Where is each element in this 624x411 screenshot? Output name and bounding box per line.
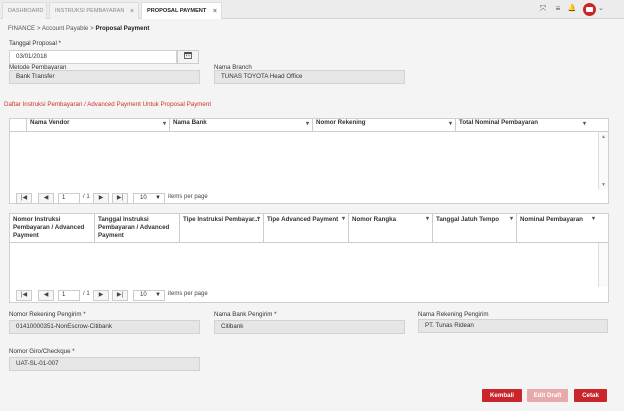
- user-avatar[interactable]: [583, 3, 596, 16]
- page-input[interactable]: 1: [58, 290, 80, 301]
- column-nomor-rangka[interactable]: Nomor Rangka ▾: [348, 214, 432, 242]
- chevron-down-icon[interactable]: ▾: [510, 215, 513, 222]
- nama-rekening-pengirim-label: Nama Rekening Pengirim: [418, 311, 489, 318]
- tanggal-proposal-field[interactable]: 03/01/2018: [9, 50, 177, 64]
- menu-icon[interactable]: ≡: [553, 4, 563, 14]
- chevron-down-icon[interactable]: ▾: [583, 120, 586, 127]
- column-nama-vendor[interactable]: Nama Vendor ▾: [26, 119, 169, 131]
- column-label: Nomor Rekening: [316, 119, 366, 126]
- page-input[interactable]: 1: [58, 193, 80, 204]
- column-label: Tipe Advanced Payment: [267, 216, 339, 223]
- column-tipe-instruksi[interactable]: Tipe Instruksi Pembayar... ▾: [179, 214, 263, 242]
- breadcrumb-account-payable[interactable]: Account Payable: [42, 25, 88, 32]
- breadcrumb: FINANCE > Account Payable > Proposal Pay…: [8, 25, 149, 32]
- nomor-rekening-pengirim-label: Nomor Rekening Pengirim *: [9, 311, 86, 318]
- tab-dashboard-label: DASHBOARD: [8, 8, 44, 14]
- items-per-page-label: items per page: [168, 291, 208, 297]
- tab-instruksi-pembayaran[interactable]: INSTRUKSI PEMBAYARAN ×: [49, 2, 139, 19]
- last-page-button[interactable]: ▶|: [112, 290, 128, 301]
- scroll-down-icon[interactable]: ▼: [601, 182, 606, 188]
- grid-header: Nama Vendor ▾ Nama Bank ▾ Nomor Rekening ▾ …: [10, 119, 608, 132]
- vendor-grid: Nama Vendor ▾ Nama Bank ▾ Nomor Rekening ▾ …: [9, 118, 609, 204]
- last-page-button[interactable]: ▶|: [112, 193, 128, 204]
- close-icon[interactable]: ×: [130, 3, 134, 20]
- page-total: / 1: [83, 194, 90, 200]
- chevron-down-icon[interactable]: ▾: [163, 120, 166, 127]
- chevron-down-icon[interactable]: ⌄: [598, 4, 604, 12]
- vertical-scrollbar[interactable]: ▲ ▼: [598, 132, 608, 190]
- grid-pager: |◀ ◀ 1 / 1 ▶ ▶| 10 ▼ items per page: [16, 290, 316, 302]
- vertical-scrollbar[interactable]: [598, 243, 608, 287]
- breadcrumb-separator: >: [90, 25, 94, 32]
- page-size-value: 10: [140, 195, 147, 201]
- chevron-down-icon[interactable]: ▾: [426, 215, 429, 222]
- page-size-select[interactable]: 10 ▼: [133, 290, 165, 301]
- expand-icon[interactable]: ⤧: [538, 4, 548, 14]
- kembali-button[interactable]: Kembali: [482, 389, 522, 402]
- prev-page-button[interactable]: ◀: [38, 290, 54, 301]
- cetak-button[interactable]: Cetak: [574, 389, 607, 402]
- tanggal-proposal-label: Tanggal Proposal *: [9, 40, 61, 47]
- column-label: Nominal Pembayaran: [520, 216, 583, 223]
- section-title: Daftar Instruksi Pembayaran / Advanced P…: [4, 101, 212, 108]
- items-per-page-label: items per page: [168, 194, 208, 200]
- chevron-down-icon: ▼: [155, 195, 161, 201]
- column-label: Nama Vendor: [30, 119, 70, 126]
- grid-header-spacer: [10, 119, 26, 131]
- breadcrumb-current: Proposal Payment: [95, 25, 150, 32]
- column-label: Nama Bank: [173, 119, 207, 126]
- column-label: Tanggal Jatuh Tempo: [436, 216, 500, 223]
- column-nomor-instruksi[interactable]: Nomor Instruksi Pembayaran / Advanced Pa…: [10, 214, 94, 242]
- nomor-rekening-pengirim-field[interactable]: 01410000351-NonEscrow-Citibank: [9, 320, 200, 334]
- column-label: Nomor Rangka: [352, 216, 397, 223]
- page-total: / 1: [83, 291, 90, 297]
- column-label: Total Nominal Pembayaran: [459, 119, 538, 126]
- chevron-down-icon: ▼: [155, 292, 161, 298]
- column-tanggal-jatuh-tempo[interactable]: Tanggal Jatuh Tempo ▾: [432, 214, 516, 242]
- close-icon[interactable]: ×: [213, 3, 217, 20]
- column-label: Tipe Instruksi Pembayar...: [183, 216, 260, 223]
- next-page-button[interactable]: ▶: [93, 193, 109, 204]
- next-page-button[interactable]: ▶: [93, 290, 109, 301]
- page-size-select[interactable]: 10 ▼: [133, 193, 165, 204]
- nama-bank-pengirim-label: Nama Bank Pengirim *: [214, 311, 277, 318]
- column-label: Tanggal Instruksi Pembayaran / Advanced …: [98, 216, 170, 239]
- nomor-giro-label: Nomor Giro/Checkque *: [9, 348, 75, 355]
- nama-bank-pengirim-field: Citibank: [214, 320, 405, 334]
- page-size-value: 10: [140, 292, 147, 298]
- bell-icon[interactable]: 🔔: [567, 4, 577, 14]
- tab-proposal-payment[interactable]: PROPOSAL PAYMENT ×: [141, 2, 222, 19]
- breadcrumb-separator: >: [36, 25, 41, 32]
- column-nama-bank[interactable]: Nama Bank ▾: [169, 119, 312, 131]
- tab-dashboard[interactable]: DASHBOARD: [2, 2, 47, 19]
- first-page-button[interactable]: |◀: [16, 193, 32, 204]
- top-tab-bar: DASHBOARD INSTRUKSI PEMBAYARAN × PROPOSA…: [0, 0, 624, 19]
- chevron-down-icon[interactable]: ▾: [342, 215, 345, 222]
- chevron-down-icon[interactable]: ▾: [257, 215, 260, 222]
- breadcrumb-finance[interactable]: FINANCE: [8, 25, 35, 32]
- chevron-down-icon[interactable]: ▾: [592, 215, 595, 222]
- column-nomor-rekening[interactable]: Nomor Rekening ▾: [312, 119, 455, 131]
- scroll-up-icon[interactable]: ▲: [601, 134, 606, 140]
- nama-rekening-pengirim-field: PT. Tunas Ridean: [418, 319, 608, 333]
- edit-draft-button[interactable]: Edit Draft: [527, 389, 568, 402]
- tab-proposal-label: PROPOSAL PAYMENT: [147, 8, 207, 14]
- column-nominal-pembayaran[interactable]: Nominal Pembayaran ▾: [516, 214, 598, 242]
- chevron-down-icon[interactable]: ▾: [449, 120, 452, 127]
- nama-branch-field: TUNAS TOYOTA Head Office: [214, 70, 405, 84]
- chevron-down-icon[interactable]: ▾: [306, 120, 309, 127]
- prev-page-button[interactable]: ◀: [38, 193, 54, 204]
- first-page-button[interactable]: |◀: [16, 290, 32, 301]
- instruksi-grid: Nomor Instruksi Pembayaran / Advanced Pa…: [9, 213, 609, 303]
- column-label: Nomor Instruksi Pembayaran / Advanced Pa…: [13, 216, 85, 239]
- grid-header: Nomor Instruksi Pembayaran / Advanced Pa…: [10, 214, 608, 243]
- column-tanggal-instruksi[interactable]: Tanggal Instruksi Pembayaran / Advanced …: [94, 214, 179, 242]
- nomor-giro-field[interactable]: UAT-SL-01-007: [9, 357, 200, 371]
- metode-pembayaran-field: Bank Transfer: [9, 70, 200, 84]
- calendar-icon[interactable]: [177, 50, 199, 64]
- column-tipe-advanced[interactable]: Tipe Advanced Payment ▾: [263, 214, 348, 242]
- grid-pager: |◀ ◀ 1 / 1 ▶ ▶| 10 ▼ items per page: [16, 193, 316, 205]
- column-total-nominal[interactable]: Total Nominal Pembayaran ▾: [455, 119, 589, 131]
- tab-instruksi-label: INSTRUKSI PEMBAYARAN: [55, 8, 125, 14]
